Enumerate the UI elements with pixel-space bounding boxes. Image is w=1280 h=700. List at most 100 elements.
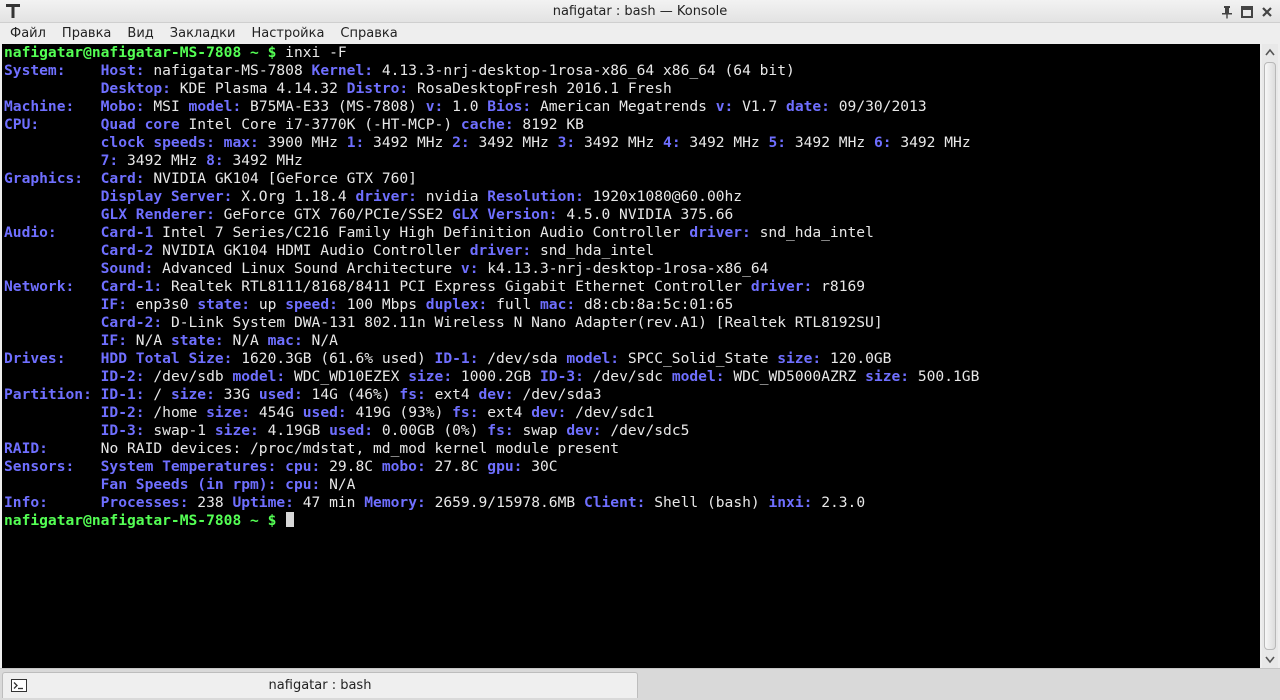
field-value: 27.8C: [425, 458, 488, 475]
window-titlebar[interactable]: nafigatar : bash — Konsole: [0, 0, 1280, 23]
field-key: Uptime:: [232, 494, 294, 511]
field-key: state:: [197, 296, 251, 313]
field-value: /home: [144, 404, 207, 421]
field-key: mac:: [267, 332, 303, 349]
terminal-line: CPU: Quad core Intel Core i7-3770K (-HT-…: [4, 116, 979, 134]
terminal-line: Sound: Advanced Linux Sound Architecture…: [4, 260, 979, 278]
field-value: 14G (46%): [302, 386, 400, 403]
field-key: inxi:: [768, 494, 813, 511]
terminal-scrollbar[interactable]: [1262, 44, 1278, 668]
field-value: 454G: [250, 404, 303, 421]
maximize-icon[interactable]: [1238, 3, 1256, 20]
terminal-line: Network: Card-1: Realtek RTL8111/8168/84…: [4, 278, 979, 296]
field-value: 4.19GB: [258, 422, 330, 439]
field-value: 0.00GB (0%): [373, 422, 488, 439]
field-value: N/A: [223, 332, 268, 349]
field-key: Network: Card-1:: [4, 278, 163, 295]
menu-edit[interactable]: Правка: [54, 23, 119, 44]
field-value: /dev/sda: [478, 350, 567, 367]
field-value: GeForce GTX 760/PCIe/SSE2: [214, 206, 453, 223]
field-value: 3492 MHz: [118, 152, 207, 169]
pin-icon[interactable]: [1218, 3, 1236, 20]
field-key: v:: [715, 98, 734, 115]
field-key: Machine: Mobo:: [4, 98, 145, 115]
terminal-line: nafigatar@nafigatar-MS-7808 ~ $: [4, 512, 979, 530]
field-key: CPU: Quad core: [4, 116, 180, 133]
field-key: Distro:: [346, 80, 409, 97]
field-key: ID-2:: [4, 368, 145, 385]
terminal-lines: nafigatar@nafigatar-MS-7808 ~ $ inxi -F S…: [4, 44, 979, 530]
terminal-line: Partition: ID-1: / size: 33G used: 14G (…: [4, 386, 979, 404]
field-value: NVIDIA GK104 HDMI Audio Controller: [153, 242, 470, 259]
field-value: N/A: [127, 332, 171, 349]
field-value: RosaDesktopFresh 2016.1 Fresh: [408, 80, 672, 97]
field-value: N/A: [302, 332, 338, 349]
terminal-output[interactable]: nafigatar@nafigatar-MS-7808 ~ $ inxi -F S…: [2, 44, 1260, 668]
field-value: 2.3.0: [812, 494, 866, 511]
terminal-line: ID-2: /home size: 454G used: 419G (93%) …: [4, 404, 979, 422]
field-key: speed:: [285, 296, 338, 313]
field-key: date:: [786, 98, 830, 115]
field-key: ID-3:: [4, 422, 145, 439]
field-key: gpu:: [487, 458, 523, 475]
field-value: snd_hda_intel: [531, 242, 655, 259]
field-key: model:: [232, 368, 286, 385]
field-value: American Megatrends: [531, 98, 716, 115]
terminal-line: System: Host: nafigatar-MS-7808 Kernel: …: [4, 62, 979, 80]
field-key: dev:: [478, 386, 514, 403]
field-value: WDC_WD10EZEX: [285, 368, 409, 385]
field-key: Sound:: [4, 260, 154, 277]
field-key: state:: [170, 332, 224, 349]
field-key: mac:: [540, 296, 576, 313]
terminal-line: IF: enp3s0 state: up speed: 100 Mbps dup…: [4, 296, 979, 314]
field-value: r8169: [812, 278, 866, 295]
terminal-line: Graphics: Card: NVIDIA GK104 [GeForce GT…: [4, 170, 979, 188]
field-key: driver:: [355, 188, 417, 205]
terminal-line: Audio: Card-1 Intel 7 Series/C216 Family…: [4, 224, 979, 242]
scroll-up-arrow-icon[interactable]: [1262, 44, 1278, 60]
field-value: /: [144, 386, 171, 403]
field-key: RAID:: [4, 440, 48, 457]
field-value: 1920x1080@60.00hz: [583, 188, 743, 205]
field-key: ID-2:: [4, 404, 145, 421]
field-key: Graphics: Card:: [4, 170, 145, 187]
field-value: 500.1GB: [909, 368, 980, 385]
field-key: 2:: [452, 134, 470, 151]
field-value: 09/30/2013: [829, 98, 927, 115]
menu-settings[interactable]: Настройка: [243, 23, 332, 44]
field-value: Advanced Linux Sound Architecture: [153, 260, 461, 277]
menu-bookmarks[interactable]: Закладки: [162, 23, 244, 44]
text-cursor: [286, 512, 295, 527]
menu-help[interactable]: Справка: [332, 23, 405, 44]
field-key: cache:: [460, 116, 514, 133]
terminal-line: Fan Speeds (in rpm): cpu: N/A: [4, 476, 979, 494]
field-key: Bios:: [487, 98, 532, 115]
field-value: 3492 MHz: [469, 134, 558, 151]
field-key: 6:: [873, 134, 892, 151]
close-icon[interactable]: [1258, 3, 1276, 20]
field-value: 120.0GB: [821, 350, 892, 367]
field-key: Card-2:: [4, 314, 163, 331]
field-key: driver:: [469, 242, 532, 259]
scroll-down-arrow-icon[interactable]: [1262, 652, 1278, 668]
field-value: /dev/sdc5: [601, 422, 690, 439]
terminal-line: RAID: No RAID devices: /proc/mdstat, md_…: [4, 440, 979, 458]
field-key: fs:: [452, 404, 479, 421]
terminal-line: IF: N/A state: N/A mac: N/A: [4, 332, 979, 350]
field-value: 3492 MHz: [891, 134, 971, 151]
field-value: enp3s0: [127, 296, 198, 313]
menu-file[interactable]: Файл: [2, 23, 54, 44]
terminal-line: 7: 3492 MHz 8: 3492 MHz: [4, 152, 979, 170]
menu-view[interactable]: Вид: [119, 23, 161, 44]
field-value: NVIDIA GK104 [GeForce GTX 760]: [144, 170, 417, 187]
field-key: used:: [329, 422, 374, 439]
field-key: v:: [425, 98, 444, 115]
field-key: size:: [865, 368, 910, 385]
terminal-line: clock speeds: max: 3900 MHz 1: 3492 MHz …: [4, 134, 979, 152]
field-value: ext4: [478, 404, 532, 421]
tab-bash-session[interactable]: nafigatar : bash: [2, 672, 638, 698]
field-key: size:: [777, 350, 822, 367]
field-value: 3900 MHz: [258, 134, 347, 151]
field-value: k4.13.3-nrj-desktop-1rosa-x86_64: [478, 260, 769, 277]
scrollbar-thumb[interactable]: [1264, 62, 1276, 650]
